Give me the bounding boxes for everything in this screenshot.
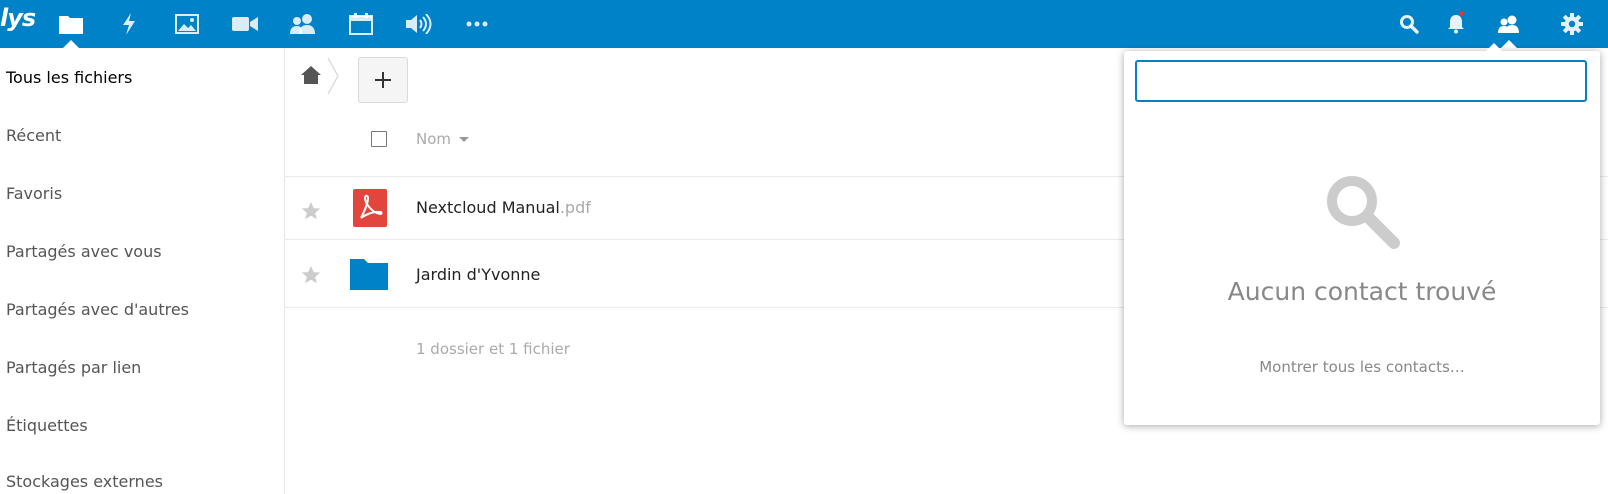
sidebar-item-favorites[interactable]: Favoris (6, 184, 62, 203)
sidebar-item-shared-with-others[interactable]: Partagés avec d'autres (6, 300, 189, 319)
contacts-menu-icon[interactable] (1489, 0, 1529, 48)
file-basename: Jardin d'Yvonne (416, 265, 541, 284)
file-basename: Nextcloud Manual (416, 198, 560, 217)
pdf-icon[interactable] (353, 189, 387, 231)
folder-icon[interactable] (51, 0, 91, 48)
active-app-indicator (63, 40, 79, 48)
speaker-icon[interactable] (399, 0, 439, 48)
show-all-contacts-link[interactable]: Montrer tous les contacts… (1124, 358, 1600, 376)
select-all-checkbox[interactable] (371, 131, 387, 147)
star-icon[interactable] (300, 264, 322, 286)
sidebar: Tous les fichiers Récent Favoris Partagé… (0, 48, 285, 494)
settings-icon[interactable] (1552, 0, 1592, 48)
top-bar: lys (0, 0, 1608, 48)
calendar-icon[interactable] (341, 0, 381, 48)
file-extension: .pdf (559, 198, 591, 217)
empty-contacts-title: Aucun contact trouvé (1227, 277, 1497, 306)
sort-caret-icon (459, 136, 470, 142)
sidebar-item-shared-with-you[interactable]: Partagés avec vous (6, 242, 162, 261)
more-icon[interactable] (457, 0, 497, 48)
file-summary: 1 dossier et 1 fichier (416, 340, 570, 358)
contacts-menu-caret (1501, 40, 1517, 48)
sidebar-item-all-files[interactable]: Tous les fichiers (6, 68, 132, 87)
home-icon[interactable] (300, 64, 322, 86)
video-camera-icon[interactable] (225, 0, 265, 48)
sidebar-item-shared-by-link[interactable]: Partagés par lien (6, 358, 141, 377)
logo[interactable]: lys (0, 4, 36, 32)
sidebar-item-external-storage[interactable]: Stockages externes (6, 472, 163, 491)
sidebar-item-recent[interactable]: Récent (6, 126, 61, 145)
folder-icon[interactable] (350, 258, 388, 294)
new-button[interactable] (358, 57, 408, 103)
lightning-icon[interactable] (109, 0, 149, 48)
image-icon[interactable] (167, 0, 207, 48)
search-icon[interactable] (1389, 0, 1429, 48)
bell-icon[interactable] (1436, 0, 1476, 48)
column-header-name[interactable]: Nom (416, 130, 470, 148)
notification-dot (1459, 11, 1464, 16)
breadcrumb-separator (326, 56, 340, 96)
contact-search-input[interactable] (1135, 60, 1587, 102)
contacts-icon[interactable] (283, 0, 323, 48)
popover-caret (1486, 43, 1502, 51)
search-icon (1320, 169, 1404, 253)
file-name-jardin-dyvonne[interactable]: Jardin d'Yvonne (416, 265, 540, 284)
plus-icon (375, 72, 391, 88)
star-icon[interactable] (300, 200, 322, 222)
contacts-popover: Aucun contact trouvé Montrer tous les co… (1124, 43, 1600, 425)
column-header-name-label: Nom (416, 130, 452, 148)
file-name-nextcloud-manual[interactable]: Nextcloud Manual.pdf (416, 198, 591, 217)
sidebar-item-tags[interactable]: Étiquettes (6, 416, 88, 435)
